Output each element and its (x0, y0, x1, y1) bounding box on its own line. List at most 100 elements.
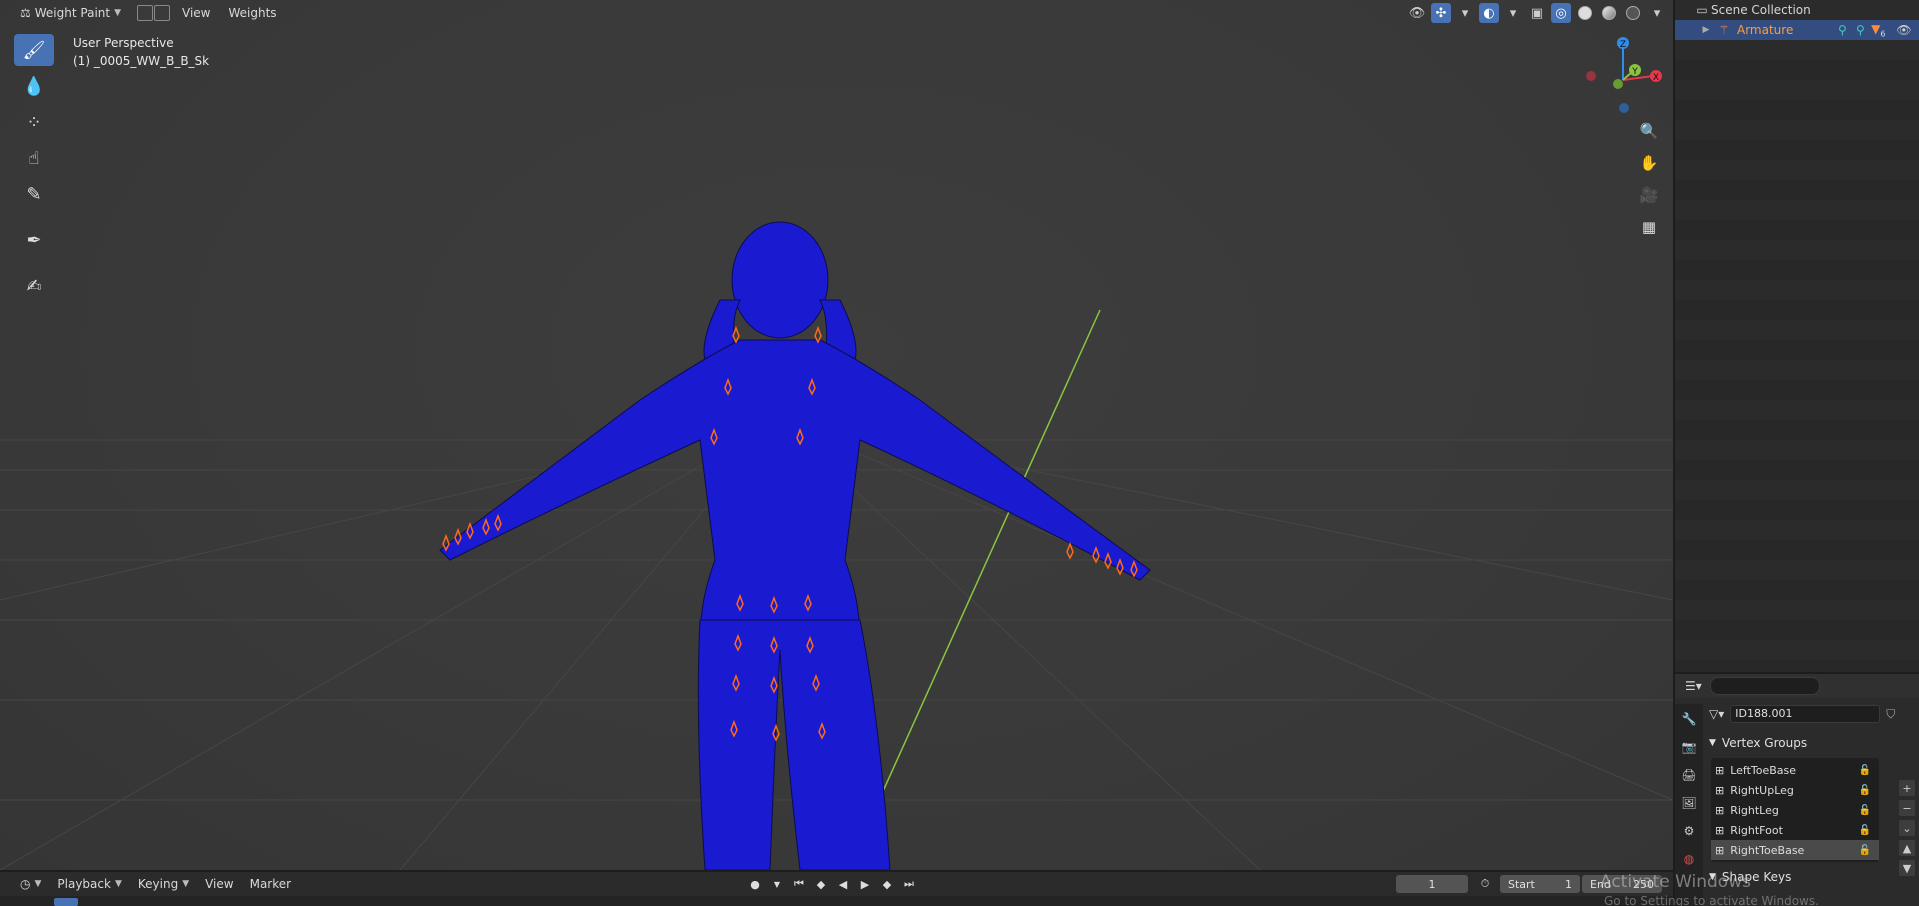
solid-shading-icon[interactable] (1575, 3, 1595, 23)
current-frame-field[interactable]: 1 (1396, 875, 1468, 893)
gizmo-toggle-icon[interactable]: ✣ (1431, 3, 1451, 23)
view-layer-tab-icon[interactable]: 🖼 (1678, 792, 1700, 814)
draw-brush-tool[interactable]: 🖌 (14, 34, 54, 66)
finger-icon: ☝ (28, 147, 40, 169)
jump-start-icon[interactable]: ⏮ (790, 875, 808, 893)
fake-user-shield-icon[interactable]: ⛉ (1886, 707, 1895, 722)
lock-icon[interactable]: 🔓 (1859, 805, 1871, 816)
grid-ortho-icon[interactable]: ▦ (1636, 214, 1662, 240)
specials-menu-button[interactable]: ⌄ (1899, 820, 1915, 836)
vertex-groups-list: ⊞ LeftToeBase 🔓 ⊞ RightUpLeg 🔓 ⊞ RightLe… (1711, 758, 1879, 862)
chevron-down-icon: ▼ (114, 879, 122, 889)
navigation-gizmo[interactable]: Z X Y (1580, 32, 1670, 116)
mesh-data-icon[interactable]: ▽▾ (1709, 707, 1724, 721)
list-item[interactable]: ⊞ RightUpLeg 🔓 (1711, 780, 1879, 800)
material-shading-icon[interactable] (1599, 3, 1619, 23)
viewport-nav-icons: 🔍 ✋ 🎥 ▦ (1636, 118, 1662, 240)
viewport-scene[interactable] (0, 0, 1673, 870)
smear-tool[interactable]: ☝ (14, 142, 54, 174)
record-icon[interactable]: ● (746, 875, 764, 893)
vertex-groups-panel-header[interactable]: ▼ Vertex Groups (1705, 732, 1919, 754)
mesh-data-name-field[interactable]: ID188.001 (1730, 705, 1881, 723)
menu-playback[interactable]: Playback ▼ (51, 874, 127, 894)
prev-keyframe-icon[interactable]: ◆ (812, 875, 830, 893)
mode-selector[interactable]: ⚖ Weight Paint ▼ (14, 3, 127, 23)
gizmo-z-label: Z (1620, 40, 1626, 50)
start-frame-field[interactable]: Start 1 (1500, 875, 1580, 893)
scene-tab-icon[interactable]: ⚙ (1678, 820, 1700, 842)
blur-tool[interactable]: 💧 (14, 70, 54, 102)
rendered-shading-icon[interactable] (1623, 3, 1643, 23)
start-value: 1 (1565, 877, 1572, 891)
chevron-down-icon[interactable]: ▾ (1455, 3, 1475, 23)
gradient-tool[interactable]: ✎ (14, 178, 54, 210)
render-tab-icon[interactable]: 📷 (1678, 736, 1700, 758)
chevron-down-icon[interactable]: ▼ (768, 875, 786, 893)
pose-icon[interactable]: ⚲ (1833, 23, 1851, 37)
activation-watermark-sub: Go to Settings to activate Windows. (1604, 894, 1819, 906)
lock-icon[interactable]: 🔓 (1859, 845, 1871, 856)
outliner-scene-collection[interactable]: ▭ Scene Collection (1675, 0, 1919, 20)
next-keyframe-icon[interactable]: ◆ (878, 875, 896, 893)
view-info-overlay: User Perspective (1) _0005_WW_B_B_Sk (73, 34, 209, 70)
timeline-ruler[interactable] (0, 896, 1673, 906)
vertex-group-icon: ⊞ (1715, 843, 1725, 857)
lock-icon[interactable]: 🔓 (1859, 785, 1871, 796)
wireframe-shading-icon[interactable]: ◎ (1551, 3, 1571, 23)
jump-end-icon[interactable]: ⏭ (900, 875, 918, 893)
add-group-button[interactable]: + (1899, 780, 1915, 796)
zoom-icon[interactable]: 🔍 (1636, 118, 1662, 144)
play-icon[interactable]: ▶ (856, 875, 874, 893)
chevron-down-icon[interactable]: ▾ (1647, 3, 1667, 23)
visibility-icon[interactable]: 👁 (1407, 3, 1427, 23)
annotate-tool[interactable]: ✍ (14, 270, 54, 302)
face-select-toggle[interactable] (137, 5, 154, 21)
output-tab-icon[interactable]: 🖨 (1678, 764, 1700, 786)
vertex-group-label: RightLeg (1730, 803, 1779, 817)
expand-arrow-icon[interactable]: ▶ (1697, 25, 1715, 35)
play-reverse-icon[interactable]: ◀ (834, 875, 852, 893)
menu-playback-label: Playback (57, 877, 111, 891)
vertex-group-icon: ⊞ (1715, 763, 1725, 777)
vertex-group-icon: ⊞ (1715, 783, 1725, 797)
list-item[interactable]: ⊞ RightLeg 🔓 (1711, 800, 1879, 820)
mesh-filter-icon[interactable]: ▼6 (1869, 22, 1887, 38)
blender-window: ⚖ Weight Paint ▼ View Weights 👁 ✣ ▾ ◐ ▾ … (0, 0, 1919, 906)
menu-keying[interactable]: Keying ▼ (132, 874, 195, 894)
list-item[interactable]: ⊞ RightFoot 🔓 (1711, 820, 1879, 840)
3d-viewport[interactable]: ⚖ Weight Paint ▼ View Weights 👁 ✣ ▾ ◐ ▾ … (0, 0, 1673, 870)
move-up-button[interactable]: ▲ (1899, 840, 1915, 856)
pan-hand-icon[interactable]: ✋ (1636, 150, 1662, 176)
bone-icon[interactable]: ⚲ (1851, 23, 1869, 37)
lock-icon[interactable]: 🔓 (1859, 765, 1871, 776)
average-tool[interactable]: ⁘ (14, 106, 54, 138)
remove-group-button[interactable]: − (1899, 800, 1915, 816)
chevron-down-icon[interactable]: ▾ (1503, 3, 1523, 23)
vertex-group-label: LeftToeBase (1730, 763, 1797, 777)
sample-weight-tool[interactable]: ✒ (14, 224, 54, 256)
eye-visibility-icon[interactable]: 👁 (1895, 23, 1913, 37)
menu-view[interactable]: View (176, 3, 216, 23)
camera-icon[interactable]: 🎥 (1636, 182, 1662, 208)
overlays-toggle-icon[interactable]: ◐ (1479, 3, 1499, 23)
world-tab-icon[interactable]: ◍ (1678, 848, 1700, 870)
menu-weights[interactable]: Weights (223, 3, 283, 23)
properties-search-input[interactable] (1709, 677, 1820, 695)
tool-tab-icon[interactable]: 🔧 (1678, 708, 1700, 730)
outliner-item-armature[interactable]: ▶ ⚚ Armature ⚲ ⚲ ▼6 👁 (1675, 20, 1919, 40)
menu-view[interactable]: View (199, 874, 239, 894)
lock-icon[interactable]: 🔓 (1859, 825, 1871, 836)
xray-toggle-icon[interactable]: ▣ (1527, 3, 1547, 23)
chevron-down-icon: ▼ (114, 8, 122, 18)
editor-type-icon[interactable]: ☰▾ (1685, 679, 1702, 693)
stopwatch-icon[interactable]: ⏱ (1476, 875, 1494, 893)
list-item-active[interactable]: ⊞ RightToeBase 🔓 (1711, 840, 1879, 860)
vertex-select-toggle[interactable] (154, 5, 171, 21)
menu-marker[interactable]: Marker (244, 874, 297, 894)
collection-box-icon: ▭ (1696, 3, 1708, 17)
editor-type-button[interactable]: ◷ ▼ (14, 874, 47, 894)
move-down-button[interactable]: ▼ (1899, 860, 1915, 876)
clock-icon: ◷ (20, 877, 31, 891)
list-item[interactable]: ⊞ LeftToeBase 🔓 (1711, 760, 1879, 780)
playhead[interactable] (54, 898, 78, 906)
